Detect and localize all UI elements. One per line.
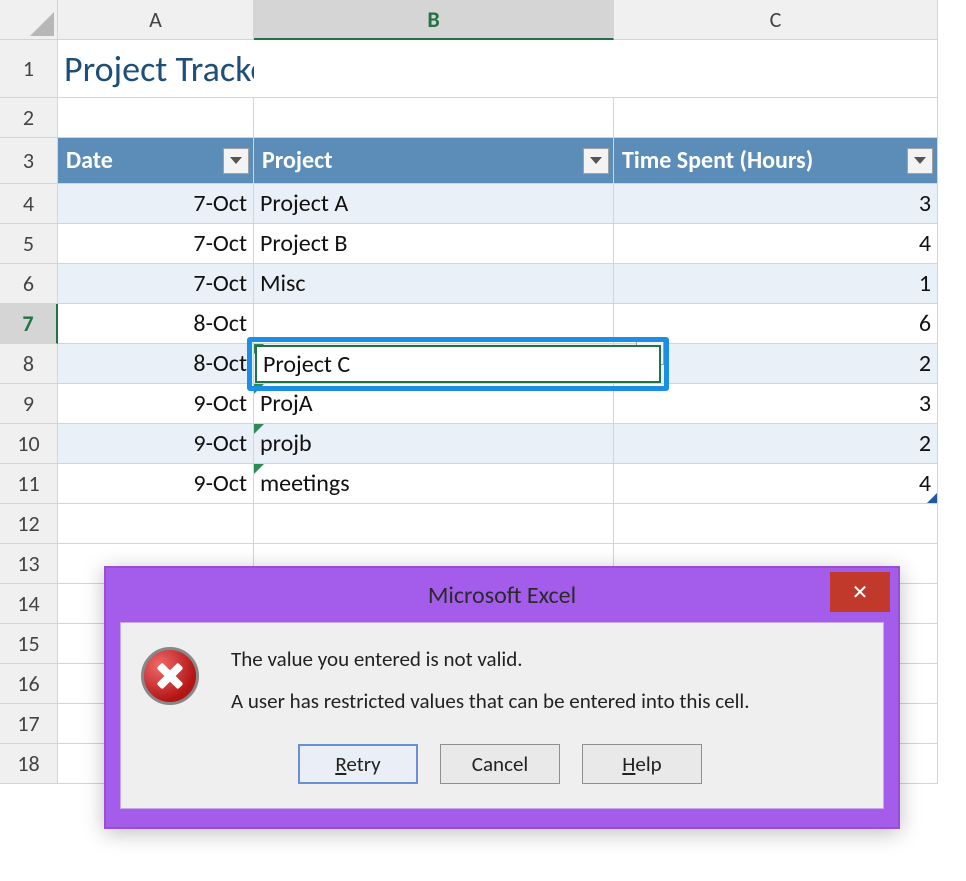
dialog-text: The value you entered is not valid. A us…: [231, 645, 859, 730]
row-header-2[interactable]: 2: [0, 98, 58, 138]
row-header-7[interactable]: 7: [0, 304, 58, 344]
btn-label: elp: [635, 751, 661, 777]
row-header-12[interactable]: 12: [0, 504, 58, 544]
cell-C4[interactable]: 3: [614, 184, 938, 224]
close-button[interactable]: ✕: [830, 572, 890, 612]
row-header-16[interactable]: 16: [0, 664, 58, 704]
error-dialog: Microsoft Excel ✕ The value you entered …: [104, 566, 900, 829]
title-cell[interactable]: Project Tracker: [58, 40, 254, 98]
filter-dropdown-icon[interactable]: [223, 148, 249, 174]
cell-A8[interactable]: 8-Oct: [58, 344, 254, 384]
cell-B10[interactable]: projb: [254, 424, 614, 464]
row-header-9[interactable]: 9: [0, 384, 58, 424]
cell-A11[interactable]: 9-Oct: [58, 464, 254, 504]
table-header-project[interactable]: Project: [254, 138, 614, 184]
dialog-titlebar[interactable]: Microsoft Excel ✕: [106, 568, 898, 622]
cell-B5[interactable]: Project B: [254, 224, 614, 264]
dialog-body: The value you entered is not valid. A us…: [120, 622, 884, 809]
row-header-14[interactable]: 14: [0, 584, 58, 624]
cell-A2[interactable]: [58, 98, 254, 138]
header-label: Project: [262, 146, 333, 175]
cell-A10[interactable]: 9-Oct: [58, 424, 254, 464]
select-all-corner[interactable]: [0, 0, 58, 40]
dialog-message-1: The value you entered is not valid.: [231, 645, 859, 673]
cell-C5[interactable]: 4: [614, 224, 938, 264]
cell-A7[interactable]: 8-Oct: [58, 304, 254, 344]
cell-A5[interactable]: 7-Oct: [58, 224, 254, 264]
cell-C1[interactable]: [614, 40, 938, 98]
error-icon: [141, 647, 199, 705]
cell-B7[interactable]: [254, 304, 614, 344]
close-icon: ✕: [852, 580, 869, 605]
filter-dropdown-icon[interactable]: [583, 148, 609, 174]
header-label: Time Spent (Hours): [622, 146, 813, 175]
filter-dropdown-icon[interactable]: [907, 148, 933, 174]
row-header-15[interactable]: 15: [0, 624, 58, 664]
row-header-11[interactable]: 11: [0, 464, 58, 504]
column-header-C[interactable]: C: [614, 0, 938, 40]
cell-A6[interactable]: 7-Oct: [58, 264, 254, 304]
cell-C11[interactable]: 4: [614, 464, 938, 504]
row-header-18[interactable]: 18: [0, 744, 58, 784]
active-cell-highlight: Project C: [247, 337, 669, 391]
row-header-3[interactable]: 3: [0, 138, 58, 184]
retry-button[interactable]: Retry: [298, 744, 418, 784]
cell-C6[interactable]: 1: [614, 264, 938, 304]
cell-B6[interactable]: Misc: [254, 264, 614, 304]
cell-C9[interactable]: 3: [614, 384, 938, 424]
cell-B9[interactable]: ProjA: [254, 384, 614, 424]
cell-A4[interactable]: 7-Oct: [58, 184, 254, 224]
cell-B11[interactable]: meetings: [254, 464, 614, 504]
dialog-title: Microsoft Excel: [428, 581, 576, 610]
cell-C12[interactable]: [614, 504, 938, 544]
row-header-5[interactable]: 5: [0, 224, 58, 264]
cell-B12[interactable]: [254, 504, 614, 544]
cell-B2[interactable]: [254, 98, 614, 138]
cell-B4[interactable]: Project A: [254, 184, 614, 224]
active-cell-input[interactable]: Project C: [255, 345, 661, 383]
cell-C10[interactable]: 2: [614, 424, 938, 464]
cell-C2[interactable]: [614, 98, 938, 138]
row-header-4[interactable]: 4: [0, 184, 58, 224]
help-button[interactable]: Help: [582, 744, 702, 784]
column-header-B[interactable]: B: [254, 0, 614, 40]
btn-label: etry: [346, 751, 380, 777]
row-header-1[interactable]: 1: [0, 40, 58, 98]
cell-A9[interactable]: 9-Oct: [58, 384, 254, 424]
cancel-button[interactable]: Cancel: [440, 744, 560, 784]
table-header-time[interactable]: Time Spent (Hours): [614, 138, 938, 184]
dialog-buttons: Retry Cancel Help: [141, 744, 859, 784]
header-label: Date: [66, 146, 113, 175]
row-header-8[interactable]: 8: [0, 344, 58, 384]
column-header-A[interactable]: A: [58, 0, 254, 40]
row-header-13[interactable]: 13: [0, 544, 58, 584]
dialog-message-2: A user has restricted values that can be…: [231, 687, 859, 715]
row-header-17[interactable]: 17: [0, 704, 58, 744]
row-header-10[interactable]: 10: [0, 424, 58, 464]
row-header-6[interactable]: 6: [0, 264, 58, 304]
cell-B1[interactable]: [254, 40, 614, 98]
cell-A12[interactable]: [58, 504, 254, 544]
table-header-date[interactable]: Date: [58, 138, 254, 184]
